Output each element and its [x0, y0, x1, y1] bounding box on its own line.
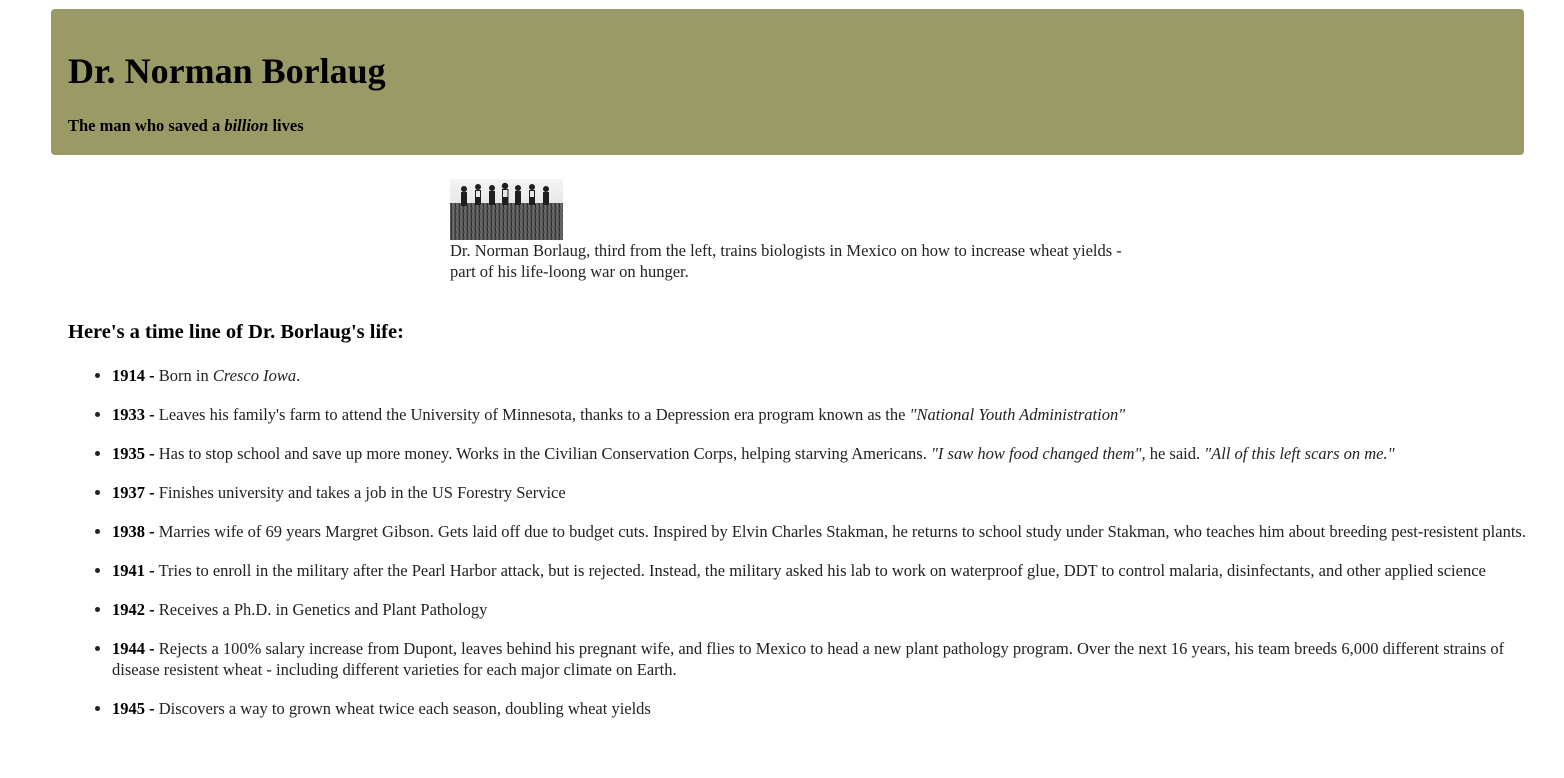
- timeline-quote: "National Youth Administration": [909, 405, 1126, 424]
- timeline-heading: Here's a time line of Dr. Borlaug's life…: [68, 321, 404, 343]
- timeline-year: 1944 -: [112, 639, 155, 658]
- timeline-item: 1944 - Rejects a 100% salary increase fr…: [112, 638, 1552, 680]
- timeline-year: 1938 -: [112, 522, 155, 541]
- borlaug-photo: [450, 179, 563, 240]
- timeline-item: 1945 - Discovers a way to grown wheat tw…: [112, 698, 1552, 719]
- timeline-text: Born in: [154, 366, 213, 385]
- timeline-item: 1941 - Tries to enroll in the military a…: [112, 560, 1552, 581]
- photo-caption: Dr. Norman Borlaug, third from the left,…: [450, 241, 1122, 281]
- subtitle-text: The man who saved a: [68, 116, 225, 135]
- timeline-quote: "I saw how food changed them",: [930, 444, 1146, 463]
- timeline-year: 1942 -: [112, 600, 155, 619]
- timeline-text: Discovers a way to grown wheat twice eac…: [154, 699, 651, 718]
- timeline-year: 1933 -: [112, 405, 155, 424]
- timeline-text: .: [296, 366, 301, 385]
- timeline-text: Rejects a 100% salary increase from Dupo…: [112, 639, 1505, 679]
- timeline-text: Receives a Ph.D. in Genetics and Plant P…: [154, 600, 488, 619]
- timeline-year: 1945 -: [112, 699, 155, 718]
- timeline-year: 1935 -: [112, 444, 155, 463]
- timeline-item: 1914 - Born in Cresco Iowa.: [112, 365, 1552, 386]
- page-subtitle: The man who saved a billion lives: [68, 116, 304, 136]
- subtitle-text-end: lives: [268, 116, 304, 135]
- timeline-year: 1914 -: [112, 366, 155, 385]
- timeline-item: 1938 - Marries wife of 69 years Margret …: [112, 521, 1552, 542]
- timeline-quote: "All of this left scars on me.": [1204, 444, 1395, 463]
- timeline-text: Marries wife of 69 years Margret Gibson.…: [154, 522, 1526, 541]
- timeline-list: 1914 - Born in Cresco Iowa. 1933 - Leave…: [68, 365, 1552, 719]
- timeline-year: 1941 -: [112, 561, 155, 580]
- timeline-text: Leaves his family's farm to attend the U…: [154, 405, 910, 424]
- photo-figure: Dr. Norman Borlaug, third from the left,…: [450, 179, 1140, 282]
- timeline-item: 1937 - Finishes university and takes a j…: [112, 482, 1552, 503]
- timeline-item: 1942 - Receives a Ph.D. in Genetics and …: [112, 599, 1552, 620]
- timeline-item: 1933 - Leaves his family's farm to atten…: [112, 404, 1552, 425]
- timeline-text: Has to stop school and save up more mone…: [154, 444, 931, 463]
- subtitle-emphasis: billion: [224, 116, 269, 135]
- page-header: Dr. Norman Borlaug The man who saved a b…: [51, 9, 1524, 155]
- timeline-item: 1935 - Has to stop school and save up mo…: [112, 443, 1552, 464]
- timeline-emphasis: Cresco Iowa: [212, 366, 297, 385]
- timeline-year: 1937 -: [112, 483, 155, 502]
- timeline-text: Tries to enroll in the military after th…: [154, 561, 1486, 580]
- page-title: Dr. Norman Borlaug: [68, 51, 386, 91]
- timeline-text: he said.: [1145, 444, 1205, 463]
- timeline-text: Finishes university and takes a job in t…: [154, 483, 566, 502]
